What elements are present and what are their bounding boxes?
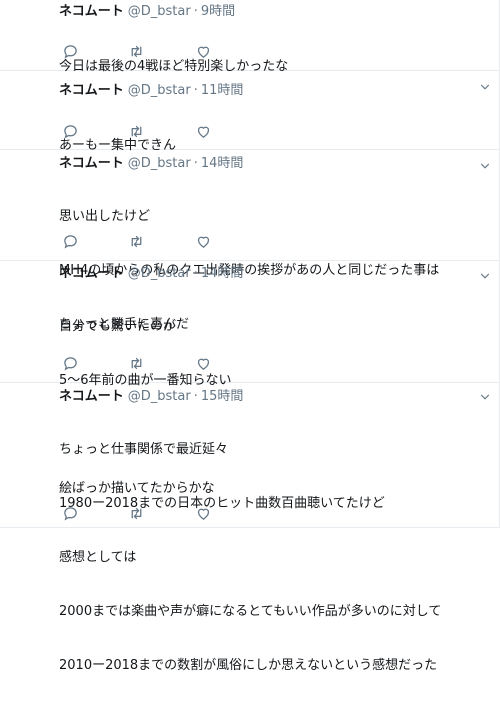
- like-icon[interactable]: [195, 233, 213, 251]
- author-handle[interactable]: @D_bstar: [128, 156, 191, 171]
- timestamp[interactable]: 14時間: [201, 156, 244, 171]
- tweet-text-line: 自分でも驚いたのが: [59, 319, 177, 334]
- tweet-actions: [59, 355, 259, 373]
- like-icon[interactable]: [195, 505, 213, 523]
- tweet-header: ネコムート @D_bstar · 11時間: [59, 83, 243, 99]
- tweet-text-line: 感想としては: [59, 550, 137, 565]
- retweet-icon[interactable]: [128, 233, 146, 251]
- like-icon[interactable]: [195, 43, 213, 61]
- tweet-text-line: 2010ー2018までの数割が風俗にしか思えないという感想だった: [59, 658, 438, 673]
- separator: ·: [193, 156, 198, 171]
- retweet-icon[interactable]: [128, 123, 146, 141]
- like-icon[interactable]: [195, 355, 213, 373]
- timestamp[interactable]: 15時間: [201, 389, 244, 404]
- tweet-header: ネコムート @D_bstar · 15時間: [59, 389, 243, 405]
- separator: ·: [193, 83, 198, 98]
- reply-icon[interactable]: [62, 43, 80, 61]
- tweet-text-line: 2000までは楽曲や声が癖になるとてもいい作品が多いのに対して: [59, 604, 442, 619]
- tweet-header: ネコムート @D_bstar · 9時間: [59, 4, 235, 20]
- timestamp[interactable]: 11時間: [201, 83, 244, 98]
- chevron-down-icon[interactable]: [478, 158, 492, 172]
- author-handle[interactable]: @D_bstar: [128, 4, 191, 19]
- retweet-icon[interactable]: [128, 43, 146, 61]
- tweet-text-line: ちょっと仕事関係で最近延々: [59, 442, 229, 457]
- like-icon[interactable]: [195, 123, 213, 141]
- tweet-actions: [59, 505, 259, 523]
- author-name[interactable]: ネコムート: [59, 156, 124, 171]
- reply-icon[interactable]: [62, 505, 80, 523]
- tweet-actions: [59, 43, 259, 61]
- tweet-header: ネコムート @D_bstar · 14時間: [59, 156, 243, 172]
- author-handle[interactable]: @D_bstar: [128, 389, 191, 404]
- reply-icon[interactable]: [62, 233, 80, 251]
- tweet-actions: [59, 233, 259, 251]
- timestamp[interactable]: 14時間: [201, 266, 244, 281]
- tweet-actions: [59, 123, 259, 141]
- separator: ·: [193, 389, 198, 404]
- tweet-text: ちょっと仕事関係で最近延々 1980ー2018までの日本のヒット曲数百曲聴いてた…: [59, 405, 441, 711]
- author-name[interactable]: ネコムート: [59, 83, 124, 98]
- chevron-down-icon[interactable]: [478, 79, 492, 93]
- reply-icon[interactable]: [62, 355, 80, 373]
- chevron-down-icon[interactable]: [478, 389, 492, 403]
- tweet-text-line: 思い出したけど: [59, 209, 151, 224]
- tweet-header: ネコムート @D_bstar · 14時間: [59, 266, 243, 282]
- author-name[interactable]: ネコムート: [59, 389, 124, 404]
- author-name[interactable]: ネコムート: [59, 266, 124, 281]
- author-handle[interactable]: @D_bstar: [128, 83, 191, 98]
- timestamp[interactable]: 9時間: [201, 4, 235, 19]
- author-handle[interactable]: @D_bstar: [128, 266, 191, 281]
- retweet-icon[interactable]: [128, 355, 146, 373]
- reply-icon[interactable]: [62, 123, 80, 141]
- author-name[interactable]: ネコムート: [59, 4, 124, 19]
- retweet-icon[interactable]: [128, 505, 146, 523]
- chevron-down-icon[interactable]: [478, 268, 492, 282]
- separator: ·: [193, 266, 198, 281]
- separator: ·: [193, 4, 198, 19]
